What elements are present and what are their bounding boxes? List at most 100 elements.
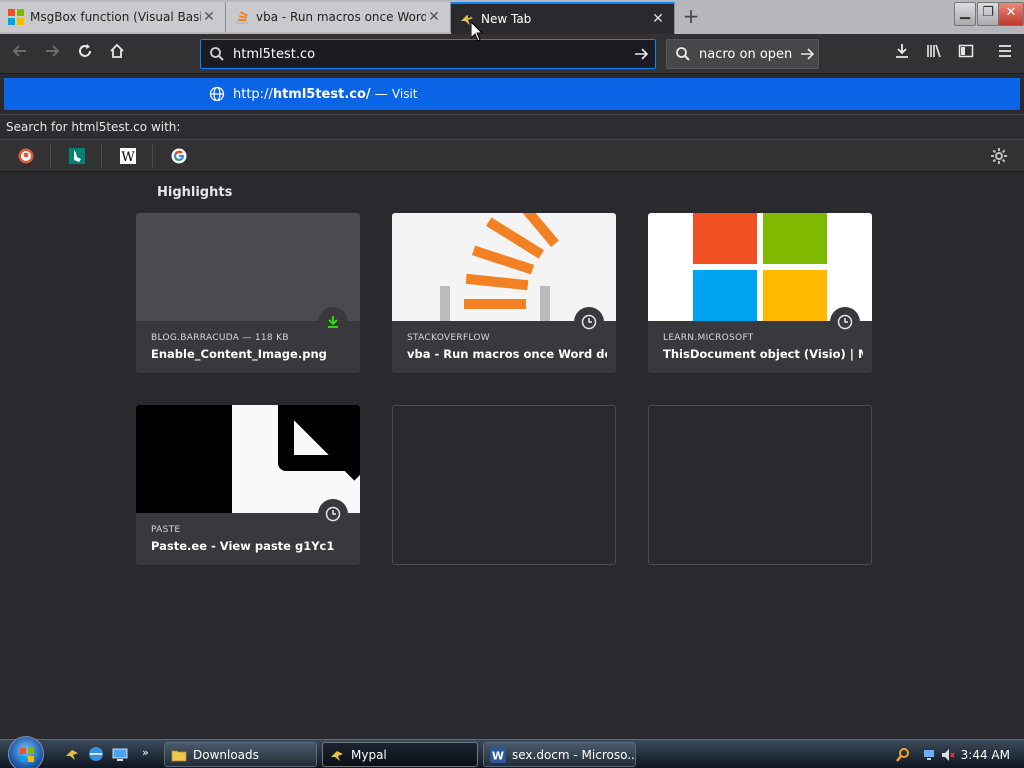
browser-quicklaunch-icon[interactable] [88, 746, 104, 762]
search-icon [210, 47, 224, 61]
back-button[interactable] [6, 40, 34, 68]
restore-button[interactable]: ❐ [977, 2, 999, 26]
sidebar-button[interactable] [952, 40, 980, 68]
close-tab-icon[interactable]: ✕ [650, 11, 666, 27]
bing-icon[interactable] [66, 146, 88, 166]
taskbar-item-downloads[interactable]: Downloads [164, 742, 317, 767]
volume-muted-icon [941, 748, 955, 761]
minimize-button[interactable]: ▁ [954, 2, 976, 26]
highlight-card[interactable]: STACKOVERFLOW vba - Run macros once Word… [392, 213, 616, 373]
card-title: ThisDocument object (Visio) | Mi... [663, 347, 863, 361]
svg-text:W: W [121, 150, 135, 164]
search-bar[interactable] [666, 39, 819, 69]
search-with-label: Search for html5test.co with: [0, 114, 1024, 140]
download-icon [318, 307, 348, 337]
card-title: Paste.ee - View paste g1Yc1 [151, 539, 335, 553]
folder-icon [171, 747, 187, 763]
menu-button[interactable] [991, 40, 1019, 68]
show-desktop-icon[interactable] [112, 746, 128, 762]
forward-button[interactable] [38, 40, 66, 68]
library-icon [927, 44, 941, 58]
highlight-card[interactable]: PASTE Paste.ee - View paste g1Yc1 [136, 405, 360, 565]
search-tray-icon [895, 747, 909, 762]
word-icon: W [490, 746, 506, 763]
task-label: sex.docm - Microso... [512, 747, 635, 762]
duckduckgo-icon[interactable] [15, 146, 37, 166]
url-suggestion-row[interactable]: http://html5test.co/ — Visit [4, 78, 1020, 110]
mouse-cursor-icon [471, 22, 483, 42]
forward-arrow-icon [46, 45, 60, 57]
suggestion-url: http://html5test.co/ [233, 87, 371, 102]
separator [50, 144, 51, 168]
visit-label: Visit [391, 87, 418, 101]
task-label: Downloads [193, 747, 259, 762]
reload-button[interactable] [71, 40, 99, 68]
scrollbar[interactable] [1010, 173, 1024, 739]
highlight-card[interactable]: LEARN.MICROSOFT ThisDocument object (Vis… [648, 213, 872, 373]
wikipedia-icon[interactable]: W [117, 146, 139, 166]
tab-new-tab[interactable]: New Tab ✕ [451, 2, 675, 34]
back-arrow-icon [12, 45, 26, 57]
tab-title: vba - Run macros once Word [256, 10, 426, 24]
card-thumbnail [648, 213, 872, 321]
separator [152, 144, 153, 168]
task-label: Mypal [351, 747, 387, 762]
microsoft-logo [693, 213, 827, 321]
one-off-search-engines: W [0, 140, 1024, 172]
empty-highlight-slot [392, 405, 616, 565]
card-thumbnail [136, 405, 360, 513]
tab-strip: MsgBox function (Visual Basic ✕ vba - Ru… [0, 0, 1024, 34]
separator: — [370, 86, 392, 102]
card-host: STACKOVERFLOW [407, 333, 490, 343]
more-chevron-icon[interactable]: » [142, 746, 158, 762]
card-thumbnail [136, 213, 360, 321]
clock-icon [830, 307, 860, 337]
highlight-card[interactable]: BLOG.BARRACUDA — 118 KB Enable_Content_I… [136, 213, 360, 373]
card-thumbnail [392, 213, 616, 321]
google-icon[interactable] [168, 146, 190, 166]
url-domain: html5test.co/ [272, 86, 371, 102]
search-icon [676, 47, 690, 61]
gear-icon[interactable] [988, 146, 1010, 166]
new-tab-page: Highlights BLOG.BARRACUDA — 118 KB Enabl… [0, 173, 1024, 739]
url-bar[interactable] [200, 39, 656, 69]
reload-icon [79, 44, 91, 57]
go-arrow-icon [801, 48, 815, 60]
file-icon [232, 405, 360, 513]
card-title: vba - Run macros once Word do... [407, 347, 607, 361]
start-button[interactable] [8, 736, 44, 768]
go-arrow-icon [635, 48, 649, 60]
tab-title: New Tab [481, 12, 532, 26]
microsoft-icon [8, 9, 24, 25]
separator [101, 144, 102, 168]
new-tab-button[interactable]: + [678, 4, 704, 30]
taskbar-item-mypal[interactable]: Mypal [322, 742, 478, 767]
home-icon [110, 43, 124, 58]
card-title: Enable_Content_Image.png [151, 347, 327, 361]
url-input[interactable] [233, 46, 633, 62]
taskbar-item-word[interactable]: W sex.docm - Microso... [483, 742, 636, 767]
hamburger-icon [999, 45, 1011, 57]
close-window-button[interactable]: ✕ [998, 2, 1024, 26]
home-button[interactable] [103, 40, 131, 68]
downloads-button[interactable] [888, 40, 916, 68]
stackoverflow-icon [234, 9, 250, 25]
network-icon [923, 749, 934, 760]
svg-text:W: W [492, 749, 504, 762]
tab-title: MsgBox function (Visual Basic [30, 10, 201, 24]
download-icon [896, 44, 908, 58]
close-tab-icon[interactable]: ✕ [426, 9, 442, 25]
windows-logo-icon [20, 748, 34, 762]
clock-icon [574, 307, 604, 337]
card-host: LEARN.MICROSOFT [663, 333, 754, 343]
close-tab-icon[interactable]: ✕ [201, 9, 217, 25]
url-prefix: http:// [233, 86, 273, 102]
tab-msgbox[interactable]: MsgBox function (Visual Basic ✕ [0, 2, 226, 32]
tab-vba[interactable]: vba - Run macros once Word ✕ [226, 2, 451, 32]
search-input[interactable] [699, 46, 799, 62]
windows-taskbar: » Downloads Mypal W sex.docm - Microso..… [0, 736, 1024, 768]
mypal-quicklaunch-icon[interactable] [64, 746, 80, 762]
empty-highlight-slot [648, 405, 872, 565]
stackoverflow-logo [440, 213, 559, 321]
library-button[interactable] [920, 40, 948, 68]
